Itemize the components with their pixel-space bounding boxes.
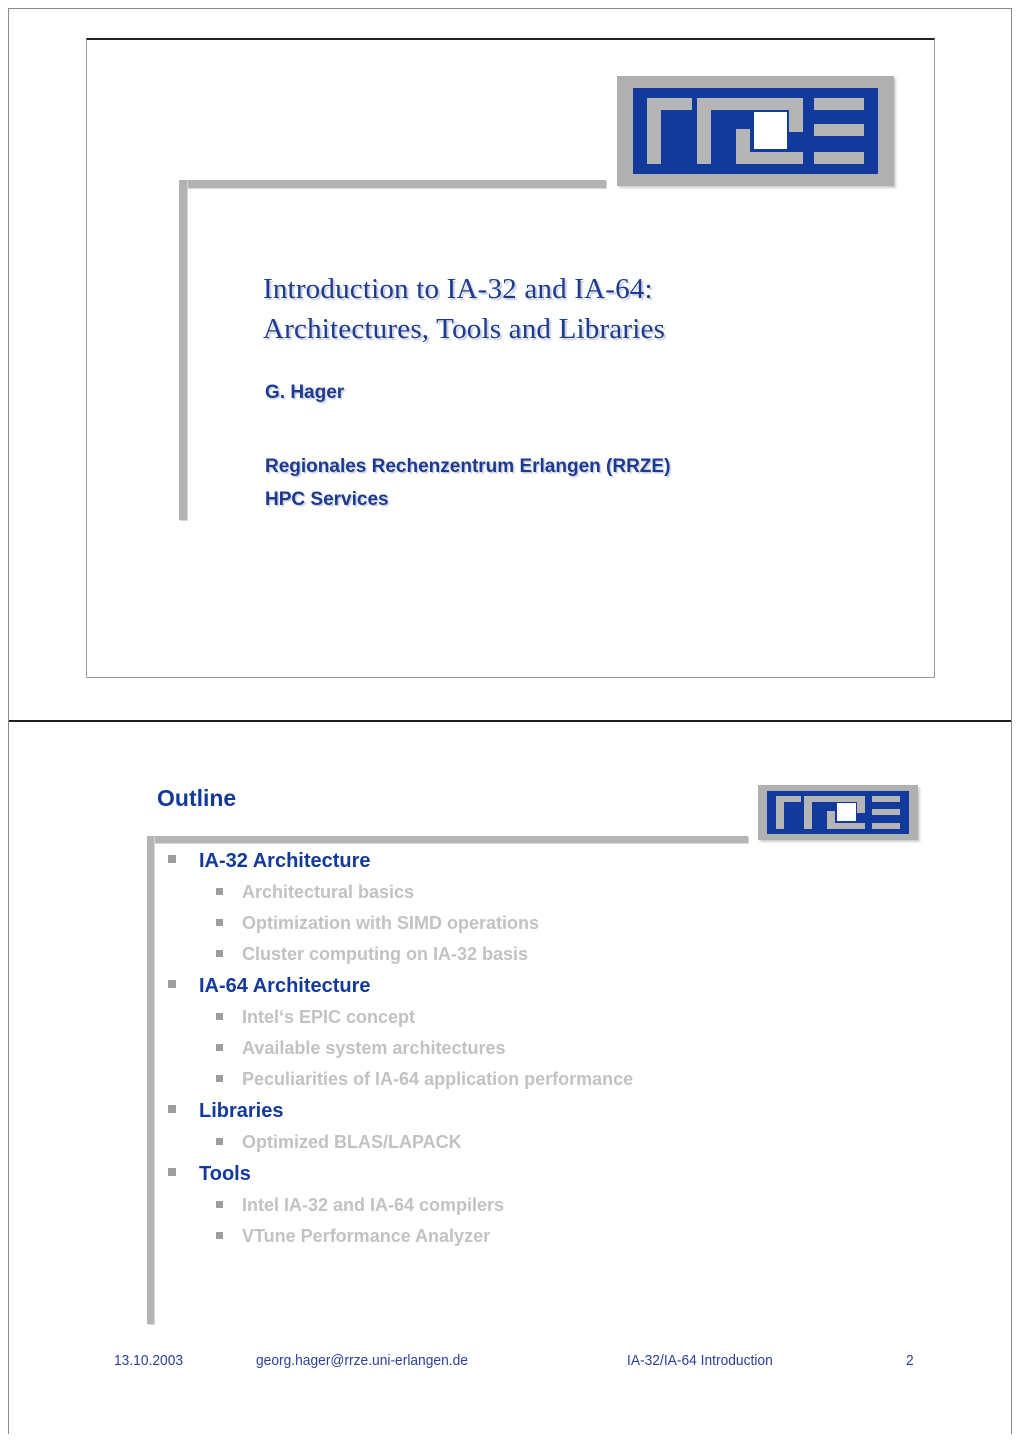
logo-bar (813, 98, 864, 111)
outline-item-level-2[interactable]: VTune Performance Analyzer (216, 1226, 928, 1257)
logo-bar (857, 796, 866, 814)
square-bullet-icon (168, 855, 176, 863)
outline-item-level-2[interactable]: Optimized BLAS/LAPACK (216, 1132, 928, 1163)
outline-rule-vertical (147, 836, 154, 1324)
title-rule-horizontal (179, 180, 606, 188)
outline-item-label: IA-64 Architecture (199, 975, 371, 997)
organization-line-1: Regionales Rechenzentrum Erlangen (RRZE) (265, 456, 671, 477)
logo-bar (647, 98, 662, 164)
outline-item-label: Libraries (199, 1100, 284, 1122)
logo-bar (804, 796, 813, 829)
outline-item-level-1[interactable]: Tools (168, 1163, 928, 1195)
outline-item-level-2[interactable]: Architectural basics (216, 882, 928, 913)
outline-item-label: Tools (199, 1163, 251, 1185)
outline-item-label: Available system architectures (242, 1038, 506, 1058)
outline-item-label: Architectural basics (242, 882, 415, 902)
outline-item-level-1[interactable]: IA-64 Architecture (168, 975, 928, 1007)
footer-topic: IA-32/IA-64 Introduction (627, 1352, 773, 1369)
footer-email: georg.hager@rrze.uni-erlangen.de (256, 1352, 468, 1369)
outline-item-level-2[interactable]: Intel‘s EPIC concept (216, 1007, 928, 1038)
square-bullet-icon (216, 888, 223, 895)
page-title-line-2: Architectures, Tools and Libraries (263, 313, 666, 345)
logo-bar (871, 822, 901, 829)
square-bullet-icon (168, 1105, 176, 1113)
rrze-logo-icon (617, 76, 894, 186)
outline-item-level-2[interactable]: Cluster computing on IA-32 basis (216, 944, 928, 975)
square-bullet-icon (216, 950, 223, 957)
square-bullet-icon (216, 1201, 223, 1208)
page-title: Introduction to IA-32 and IA-64: Archite… (263, 269, 883, 349)
outline-item-label: VTune Performance Analyzer (242, 1226, 491, 1246)
square-bullet-icon (216, 919, 223, 926)
logo-bar (775, 796, 784, 829)
outline-rule-horizontal (147, 836, 748, 843)
outline-item-label: IA-32 Architecture (199, 850, 371, 872)
footer-page-number: 2 (906, 1352, 914, 1369)
organization: Regionales Rechenzentrum Erlangen (RRZE)… (265, 450, 670, 516)
logo-bar (871, 796, 901, 803)
logo-bar (871, 809, 901, 816)
square-bullet-icon (168, 980, 176, 988)
footer-date: 13.10.2003 (114, 1352, 184, 1369)
outline-item-label: Intel‘s EPIC concept (242, 1007, 416, 1027)
square-bullet-icon (216, 1232, 223, 1239)
author-name: G. Hager (265, 382, 345, 403)
outline-item-label: Intel IA-32 and IA-64 compilers (242, 1195, 505, 1215)
outline-item-level-2[interactable]: Intel IA-32 and IA-64 compilers (216, 1195, 928, 1226)
page-title-line-1: Introduction to IA-32 and IA-64: (263, 273, 653, 305)
slide-footer: 13.10.2003 georg.hager@rrze.uni-erlangen… (0, 1352, 1020, 1374)
outline-heading: Outline (157, 785, 237, 811)
logo-bar (813, 151, 864, 164)
logo-bar (826, 822, 866, 829)
square-bullet-icon (216, 1138, 223, 1145)
outline-item-level-2[interactable]: Optimization with SIMD operations (216, 913, 928, 944)
logo-bar (788, 98, 803, 133)
logo-bar (736, 151, 803, 164)
logo-square (754, 112, 788, 149)
outline-item-label: Optimization with SIMD operations (242, 913, 539, 933)
outline-item-level-2[interactable]: Available system architectures (216, 1038, 928, 1069)
title-rule-vertical (179, 180, 187, 520)
outline-item-level-2[interactable]: Peculiarities of IA-64 application perfo… (216, 1069, 928, 1100)
outline-item-level-1[interactable]: IA-32 Architecture (168, 850, 928, 882)
logo-bar (697, 98, 712, 164)
logo-bar (813, 124, 864, 137)
rrze-logo-icon (758, 785, 918, 840)
outline-item-label: Peculiarities of IA-64 application perfo… (242, 1069, 634, 1089)
square-bullet-icon (216, 1013, 223, 1020)
logo-square (837, 803, 857, 822)
outline-item-label: Optimized BLAS/LAPACK (242, 1132, 462, 1152)
outline-item-label: Cluster computing on IA-32 basis (242, 944, 529, 964)
square-bullet-icon (216, 1044, 223, 1051)
outline-list: IA-32 Architecture Architectural basics Op… (168, 850, 928, 1257)
organization-line-2: HPC Services (265, 489, 389, 510)
square-bullet-icon (168, 1168, 176, 1176)
outline-item-level-1[interactable]: Libraries (168, 1100, 928, 1132)
square-bullet-icon (216, 1075, 223, 1082)
